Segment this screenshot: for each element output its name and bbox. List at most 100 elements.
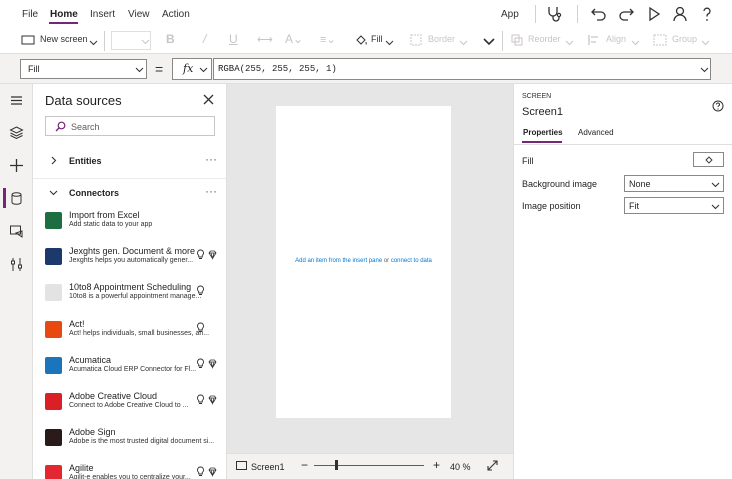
connector-name: Adobe Creative Cloud (69, 391, 158, 401)
group-button[interactable]: Group (672, 34, 697, 44)
fill-bucket-icon (705, 156, 713, 164)
undo-icon[interactable] (590, 5, 608, 23)
help-icon[interactable] (698, 5, 716, 23)
strikethrough-icon[interactable]: ⟷ (257, 33, 273, 46)
tools-icon[interactable] (9, 257, 24, 272)
zoom-slider-thumb[interactable] (335, 460, 338, 470)
divider (502, 31, 503, 51)
background-image-dropdown[interactable]: None (624, 175, 724, 192)
equals-sign: = (155, 61, 164, 77)
connector-item[interactable]: Jexghts gen. Document & more Jexghts help… (33, 242, 226, 278)
tab-advanced[interactable]: Advanced (578, 128, 614, 137)
data-sources-pane: Data sources Search Entities ··· Connect… (33, 84, 227, 479)
connector-item[interactable]: Acumatica Acumatica Cloud ERP Connector f… (33, 351, 226, 387)
new-screen-button[interactable]: New screen (40, 34, 88, 44)
align-icon (588, 35, 598, 45)
media-icon[interactable] (9, 224, 24, 239)
connector-item[interactable]: 10to8 Appointment Scheduling 10to8 is a p… (33, 278, 226, 314)
new-screen-icon (21, 35, 35, 45)
zoom-out-button[interactable]: − (301, 458, 308, 472)
fit-to-window-icon[interactable] (487, 460, 498, 471)
menu-view[interactable]: View (128, 9, 150, 20)
canvas-hint: Add an item from the insert pane or conn… (276, 258, 451, 264)
connector-name: Acumatica (69, 354, 112, 365)
chevron-right-icon (51, 156, 57, 165)
image-position-value: Fit (629, 201, 639, 211)
italic-button[interactable]: / (203, 32, 206, 46)
divider (104, 31, 105, 51)
premium-diamond-icon (207, 249, 218, 261)
section-connectors[interactable]: Connectors ··· (33, 180, 226, 206)
insert-plus-icon[interactable] (9, 158, 24, 173)
connector-description: Agilit-e enables you to centralize your.… (69, 474, 191, 479)
divider (577, 5, 578, 23)
menu-action[interactable]: Action (162, 9, 190, 20)
divider (33, 178, 226, 179)
data-cylinder-icon[interactable] (9, 191, 24, 206)
hint-text: Add an item from the insert pane (295, 258, 383, 264)
premium-diamond-icon (207, 466, 218, 478)
app-menu[interactable]: App (501, 9, 519, 20)
hamburger-menu-icon[interactable] (9, 93, 24, 108)
fill-label: Fill (522, 156, 534, 166)
menu-insert[interactable]: Insert (90, 9, 115, 20)
app-checker-stethoscope-icon[interactable] (545, 5, 563, 23)
more-options-icon[interactable]: ··· (205, 152, 217, 166)
background-image-label: Background image (522, 179, 598, 189)
connector-item[interactable]: Adobe Creative Cloud Connect to Adobe Cre… (33, 387, 226, 423)
fx-button[interactable]: fx (172, 58, 212, 80)
connector-item[interactable]: Adobe Sign Adobe is the most trusted digi… (33, 423, 226, 459)
zoom-in-button[interactable]: + (433, 458, 440, 472)
connector-item[interactable]: Agilite Agilit-e enables you to centraliz… (33, 459, 226, 479)
font-color-button[interactable]: A⌄ (285, 32, 303, 46)
menu-home[interactable]: Home (50, 9, 78, 20)
border-button[interactable]: Border (428, 34, 455, 44)
image-position-dropdown[interactable]: Fit (624, 197, 724, 214)
underline-button[interactable]: U (229, 32, 238, 46)
formula-input[interactable]: RGBA(255, 255, 255, 1) (213, 58, 711, 80)
menu-bar: File Home Insert View Action App (0, 0, 732, 28)
connector-name: Agilite (69, 463, 94, 474)
chevron-down-icon (385, 40, 394, 46)
screen-icon (236, 461, 247, 470)
chevron-down-icon (199, 67, 208, 73)
connector-item[interactable]: Act! Act! helps individuals, small busine… (33, 315, 226, 351)
screen-canvas[interactable]: Add an item from the insert pane or conn… (276, 106, 451, 418)
chevron-down-icon[interactable] (700, 65, 709, 74)
font-family-dropdown[interactable] (111, 31, 151, 50)
play-icon[interactable] (645, 5, 663, 23)
more-options-icon[interactable]: ··· (205, 184, 217, 198)
text-align-icon[interactable]: ≡⌄ (320, 33, 336, 46)
connector-logo-icon (45, 465, 62, 479)
tab-properties[interactable]: Properties (523, 128, 563, 137)
current-screen-name[interactable]: Screen1 (251, 462, 285, 472)
close-icon[interactable] (203, 94, 214, 105)
fx-icon: fx (183, 62, 194, 75)
connector-name: Act! (69, 318, 85, 329)
control-name[interactable]: Screen1 (522, 106, 563, 118)
connector-item[interactable]: Import from Excel Add static data to your… (33, 206, 226, 242)
more-chevron-icon[interactable] (482, 35, 496, 49)
zoom-slider-track[interactable] (314, 465, 424, 466)
connector-logo-icon (45, 320, 62, 338)
section-entities[interactable]: Entities ··· (33, 148, 226, 174)
connector-logo-icon (45, 356, 62, 374)
help-circle-icon[interactable] (712, 100, 724, 112)
fill-button[interactable]: Fill (371, 34, 383, 44)
menu-file[interactable]: File (22, 9, 38, 20)
reorder-button[interactable]: Reorder (528, 34, 561, 44)
connect-to-data-link[interactable]: connect to data (391, 258, 432, 264)
connector-description: Jexghts helps you automatically gener... (69, 257, 194, 265)
property-dropdown[interactable]: Fill (20, 59, 147, 79)
connector-name: Jexghts gen. Document & more (69, 246, 196, 257)
align-button[interactable]: Align (606, 34, 626, 44)
bold-button[interactable]: B (166, 32, 175, 46)
section-label: Connectors (69, 188, 120, 198)
connector-description: Adobe is the most trusted digital docume… (69, 438, 215, 446)
fill-color-picker[interactable] (693, 152, 724, 167)
search-input[interactable]: Search (45, 116, 215, 136)
background-image-value: None (629, 179, 651, 189)
redo-icon[interactable] (617, 5, 635, 23)
user-icon[interactable] (671, 5, 689, 23)
layers-icon[interactable] (9, 125, 24, 140)
